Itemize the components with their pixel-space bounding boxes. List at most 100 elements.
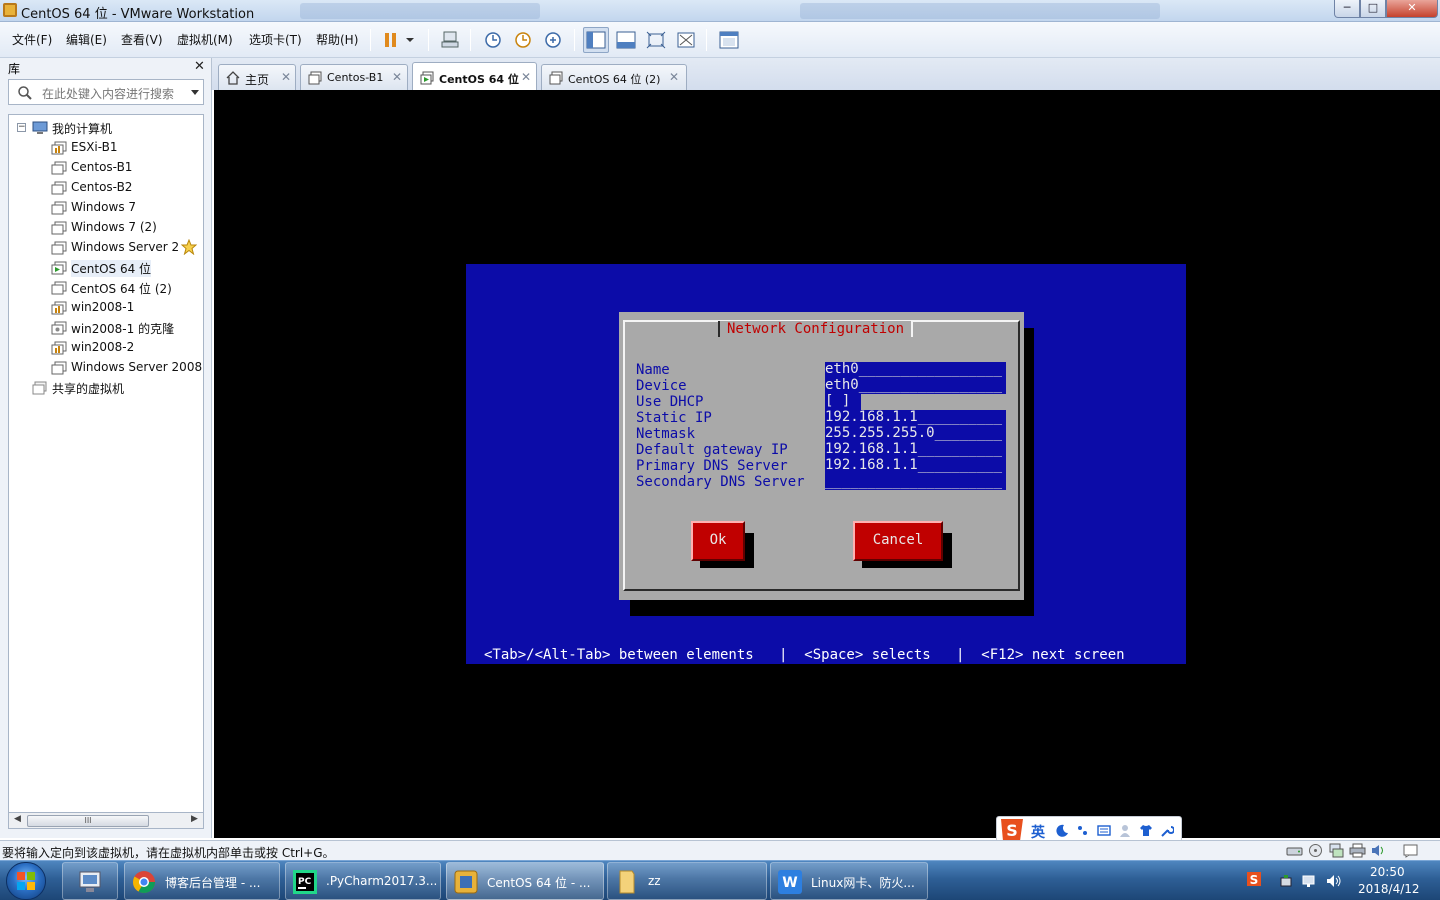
close-window-button[interactable]: ✕ bbox=[1386, 0, 1438, 18]
field-value: 192.168.1.1 bbox=[825, 442, 918, 457]
taskbar-window-button[interactable]: PC .PyCharm2017.3... bbox=[285, 862, 441, 900]
tab-close-icon[interactable]: ✕ bbox=[392, 70, 402, 84]
menu-help[interactable]: 帮助(H) bbox=[316, 31, 358, 48]
scroll-left-icon[interactable]: ◀ bbox=[14, 814, 21, 824]
library-panel: 库 ✕ 在此处键入内容进行搜索 − 我的计算机 ESXi-B1 Centos-B1… bbox=[0, 58, 212, 838]
network-configuration-dialog: Network Configuration Name eth0__________… bbox=[619, 312, 1024, 600]
esxi-host-icon bbox=[51, 141, 67, 155]
taskbar-pinned-app[interactable] bbox=[62, 862, 118, 900]
show-library-icon[interactable] bbox=[583, 27, 609, 53]
ime-toolbar[interactable]: S 英 bbox=[996, 816, 1182, 842]
menu-file[interactable]: 文件(F) bbox=[12, 31, 52, 48]
network-tray-icon[interactable] bbox=[1302, 873, 1318, 889]
field-input[interactable]: eth0_________________ bbox=[825, 362, 1006, 378]
field-fill-underscores: __________ bbox=[917, 410, 1003, 425]
user-icon[interactable] bbox=[1118, 824, 1132, 837]
menu-vm[interactable]: 虚拟机(M) bbox=[177, 31, 233, 48]
field-input[interactable]: 192.168.1.1__________ bbox=[825, 442, 1006, 458]
tab-label: CentOS 64 位 (2) bbox=[568, 73, 661, 86]
library-header: 库 ✕ bbox=[0, 58, 212, 76]
tab-centos-64-2[interactable]: CentOS 64 位 (2) ✕ bbox=[541, 64, 687, 90]
ime-language-indicator[interactable]: 英 bbox=[1031, 822, 1045, 842]
thumbnail-bar-icon[interactable] bbox=[613, 27, 639, 53]
title-bar-glass-reflection bbox=[800, 3, 1160, 19]
send-ctrl-alt-del-icon[interactable] bbox=[437, 27, 463, 53]
clock-time[interactable]: 20:50 bbox=[1370, 865, 1405, 879]
full-screen-icon[interactable] bbox=[643, 27, 669, 53]
taskbar-window-button[interactable]: W Linux网卡、防火... bbox=[770, 862, 928, 900]
folder-icon bbox=[619, 870, 635, 894]
use-dhcp-checkbox[interactable]: [ ] bbox=[825, 394, 861, 410]
field-input[interactable]: 255.255.255.0________ bbox=[825, 426, 1006, 442]
taskbar-window-button[interactable]: CentOS 64 位 - ... bbox=[446, 862, 604, 900]
volume-icon[interactable] bbox=[1326, 873, 1342, 889]
cd-dvd-icon[interactable] bbox=[1307, 843, 1324, 858]
toolbar-separator bbox=[706, 29, 707, 51]
cancel-button[interactable]: Cancel bbox=[853, 521, 943, 561]
start-button-windows-icon[interactable] bbox=[6, 862, 46, 900]
console-view-icon[interactable] bbox=[716, 27, 742, 53]
taskbar-window-button[interactable]: 博客后台管理 - ... bbox=[124, 862, 280, 900]
tree-label: 我的计算机 bbox=[52, 122, 113, 136]
field-input[interactable]: 192.168.1.1__________ bbox=[825, 458, 1006, 474]
field-label: Name bbox=[636, 362, 670, 378]
favorite-star-icon[interactable] bbox=[181, 239, 197, 255]
field-fill-underscores: _________________ bbox=[858, 378, 1003, 393]
maximize-button[interactable]: □ bbox=[1360, 0, 1386, 18]
tab-close-icon[interactable]: ✕ bbox=[669, 70, 679, 84]
status-bar: 要将输入定向到该虚拟机，请在虚拟机内部单击或按 Ctrl+G。 bbox=[0, 840, 1440, 860]
field-value: 255.255.255.0 bbox=[825, 426, 935, 441]
network-adapter-icon[interactable] bbox=[1328, 843, 1345, 858]
title-bar-glass-reflection bbox=[300, 3, 540, 19]
menu-edit[interactable]: 编辑(E) bbox=[66, 31, 107, 48]
sound-card-icon[interactable] bbox=[1370, 843, 1387, 858]
tab-centos-64[interactable]: CentOS 64 位 ✕ bbox=[412, 62, 537, 90]
ok-button[interactable]: Ok bbox=[691, 521, 745, 561]
pycharm-icon: PC bbox=[293, 870, 317, 894]
snapshot-manager-icon[interactable] bbox=[540, 27, 566, 53]
collapse-my-computer-icon[interactable]: − bbox=[17, 123, 26, 132]
field-input[interactable]: 192.168.1.1__________ bbox=[825, 410, 1006, 426]
svg-text:S: S bbox=[1006, 821, 1018, 840]
shared-vms-icon bbox=[32, 381, 47, 395]
svg-text:W: W bbox=[782, 875, 797, 891]
printer-icon[interactable] bbox=[1349, 843, 1366, 858]
scroll-right-icon[interactable]: ▶ bbox=[191, 814, 198, 824]
safely-remove-hardware-icon[interactable] bbox=[1278, 873, 1294, 889]
library-horizontal-scrollbar[interactable]: ◀ III ▶ bbox=[8, 812, 204, 829]
field-input[interactable]: eth0_________________ bbox=[825, 378, 1006, 394]
unity-mode-icon[interactable] bbox=[673, 27, 699, 53]
field-input[interactable]: _____________________ bbox=[825, 474, 1006, 490]
vm-icon bbox=[51, 281, 67, 295]
power-dropdown-chevron-down-icon[interactable] bbox=[400, 27, 420, 53]
close-library-icon[interactable]: ✕ bbox=[194, 59, 205, 74]
message-log-icon[interactable] bbox=[1402, 843, 1419, 858]
tab-close-icon[interactable]: ✕ bbox=[521, 70, 531, 84]
search-dropdown-chevron-down-icon[interactable] bbox=[191, 90, 199, 95]
half-width-moon-icon[interactable] bbox=[1055, 824, 1069, 837]
field-value: 192.168.1.1 bbox=[825, 458, 918, 473]
vm-console[interactable]: Network Configuration Name eth0__________… bbox=[214, 90, 1440, 838]
skin-shirt-icon[interactable] bbox=[1139, 824, 1153, 837]
menu-tabs[interactable]: 选项卡(T) bbox=[249, 31, 302, 48]
menu-view[interactable]: 查看(V) bbox=[121, 31, 163, 48]
tree-label: win2008-1 bbox=[71, 300, 135, 314]
snapshot-take-icon[interactable] bbox=[480, 27, 506, 53]
clock-date[interactable]: 2018/4/12 bbox=[1358, 882, 1420, 896]
keyboard-icon[interactable] bbox=[1097, 824, 1111, 837]
settings-wrench-icon[interactable] bbox=[1160, 824, 1174, 837]
search-placeholder: 在此处键入内容进行搜索 bbox=[42, 87, 175, 101]
scroll-thumb[interactable]: III bbox=[27, 815, 149, 827]
snapshot-revert-icon[interactable] bbox=[510, 27, 536, 53]
tab-label: CentOS 64 位 bbox=[439, 73, 519, 86]
minimize-button[interactable]: ─ bbox=[1334, 0, 1360, 18]
tab-home[interactable]: 主页 ✕ bbox=[218, 64, 296, 90]
tab-centos-b1[interactable]: Centos-B1 ✕ bbox=[300, 64, 408, 90]
taskbar-window-button[interactable]: zz bbox=[607, 862, 767, 900]
hard-disk-icon[interactable] bbox=[1286, 843, 1303, 858]
tab-close-icon[interactable]: ✕ bbox=[281, 70, 291, 84]
punctuation-icon[interactable] bbox=[1076, 824, 1090, 837]
sogou-tray-icon[interactable]: S bbox=[1246, 871, 1262, 887]
library-search-input[interactable]: 在此处键入内容进行搜索 bbox=[8, 79, 204, 105]
library-title: 库 bbox=[8, 62, 21, 76]
